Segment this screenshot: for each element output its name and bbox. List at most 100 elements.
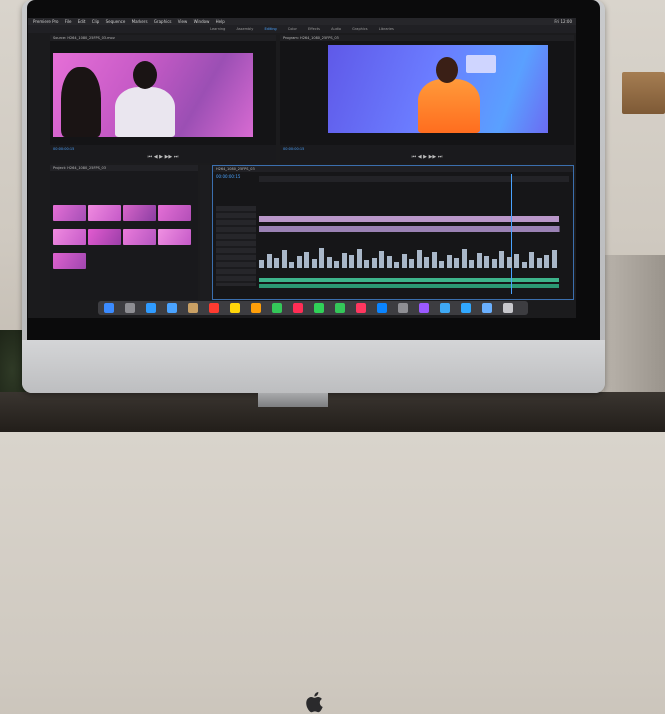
audio-clip[interactable]	[484, 256, 489, 268]
messages-icon[interactable]	[314, 303, 324, 313]
audio-clip[interactable]	[469, 260, 474, 268]
menu-item[interactable]: File	[65, 19, 72, 24]
audio-clip[interactable]	[461, 249, 467, 268]
finder-icon[interactable]	[104, 303, 114, 313]
source-monitor-title[interactable]: Source: H264_1080_25FPS_03.mov	[50, 35, 276, 41]
lightroom-icon[interactable]	[440, 303, 450, 313]
audio-clip[interactable]	[416, 250, 422, 268]
audio-clip[interactable]	[514, 254, 519, 268]
menu-item[interactable]: Markers	[132, 19, 148, 24]
clip-thumbnail[interactable]	[123, 229, 156, 245]
contacts-icon[interactable]	[188, 303, 198, 313]
video-clip[interactable]	[484, 226, 560, 232]
video-clip[interactable]	[299, 226, 355, 232]
video-clip[interactable]	[424, 226, 485, 232]
audio-clip[interactable]	[394, 262, 399, 268]
workspace-tab[interactable]: Learning	[210, 27, 225, 31]
menu-item[interactable]: Window	[194, 19, 210, 24]
timeline-sequence-tab[interactable]: H264_1080_25FPS_03	[213, 166, 573, 172]
source-monitor[interactable]: Source: H264_1080_25FPS_03.mov 00:00:00:…	[50, 35, 276, 163]
menu-item[interactable]: Clip	[92, 19, 100, 24]
audio-clip[interactable]	[386, 256, 392, 268]
menu-item[interactable]: Graphics	[154, 19, 172, 24]
workspace-tab[interactable]: Libraries	[379, 27, 394, 31]
source-playback-controls[interactable]: ⏮ ◀ ▶ ▶▶ ⏭	[50, 153, 276, 161]
program-playback-controls[interactable]: ⏮ ◀ ▶ ▶▶ ⏭	[280, 153, 574, 161]
notes-icon[interactable]	[230, 303, 240, 313]
project-panel-title[interactable]: Project: H264_1080_25FPS_03	[50, 165, 198, 171]
audio-clip[interactable]	[341, 253, 347, 268]
workspace-tab-active[interactable]: Editing	[264, 27, 276, 31]
video-clip[interactable]	[259, 226, 300, 232]
photoshop-icon[interactable]	[461, 303, 471, 313]
audio-clip[interactable]	[409, 259, 414, 268]
audio-clip[interactable]	[364, 260, 369, 268]
video-clip[interactable]	[354, 226, 425, 232]
menu-item[interactable]: Help	[216, 19, 225, 24]
audio-clip[interactable]	[499, 251, 504, 268]
workspace-tab[interactable]: Color	[288, 27, 297, 31]
clip-thumbnail[interactable]	[123, 205, 156, 221]
audio-clip[interactable]	[521, 262, 527, 268]
safari-icon[interactable]	[146, 303, 156, 313]
audio-clip[interactable]	[326, 257, 332, 268]
timeline-panel[interactable]: H264_1080_25FPS_03 00:00:00:15	[212, 165, 574, 300]
clip-thumbnail[interactable]	[53, 229, 86, 245]
audio-clip[interactable]	[266, 254, 272, 268]
audio-clip[interactable]	[281, 250, 287, 268]
program-video-frame[interactable]	[328, 45, 548, 133]
audio-clip[interactable]	[349, 255, 354, 268]
audio-clip[interactable]	[274, 258, 279, 268]
clip-thumbnail[interactable]	[53, 253, 86, 269]
audio-clip[interactable]	[476, 253, 482, 268]
audio-clip[interactable]	[424, 257, 429, 268]
launchpad-icon[interactable]	[125, 303, 135, 313]
clip-thumbnail[interactable]	[88, 229, 121, 245]
maps-icon[interactable]	[272, 303, 282, 313]
track-headers[interactable]	[216, 206, 256, 286]
finder-folder-icon[interactable]	[482, 303, 492, 313]
video-track-v1[interactable]	[259, 226, 560, 232]
menu-item[interactable]: Sequence	[106, 19, 126, 24]
reminders-icon[interactable]	[251, 303, 261, 313]
audio-clip[interactable]	[551, 250, 557, 268]
audio-clip[interactable]	[319, 248, 324, 268]
app-menu[interactable]: Premiere Pro	[33, 19, 58, 24]
audio-clip[interactable]	[296, 256, 302, 268]
audio-clip[interactable]	[454, 258, 459, 268]
audio-clip[interactable]	[401, 254, 407, 268]
audio-clip[interactable]	[356, 249, 362, 268]
clip-thumbnail[interactable]	[53, 205, 86, 221]
audio-clip[interactable]	[311, 259, 317, 268]
workspace-tab[interactable]: Assembly	[236, 27, 253, 31]
clip-thumbnail[interactable]	[158, 205, 191, 221]
audio-clip[interactable]	[304, 252, 309, 268]
program-monitor[interactable]: Program: H264_1080_25FPS_03 00:00:00:15 …	[280, 35, 574, 163]
audio-track-music-2[interactable]	[259, 284, 559, 288]
premiere-icon[interactable]	[419, 303, 429, 313]
audio-clip[interactable]	[259, 260, 264, 268]
audio-clip[interactable]	[446, 255, 452, 268]
tools-panel[interactable]	[200, 165, 210, 300]
menu-item[interactable]: Edit	[78, 19, 86, 24]
audio-clip[interactable]	[289, 262, 294, 268]
audio-clip[interactable]	[439, 261, 444, 268]
calendar-icon[interactable]	[209, 303, 219, 313]
clip-thumbnail[interactable]	[88, 205, 121, 221]
workspace-tab[interactable]: Graphics	[352, 27, 367, 31]
audio-clip[interactable]	[536, 258, 542, 268]
audio-clip[interactable]	[491, 259, 497, 268]
audio-clip[interactable]	[334, 261, 339, 268]
audio-clip[interactable]	[529, 252, 534, 268]
project-panel[interactable]: Project: H264_1080_25FPS_03	[50, 165, 198, 300]
trash-icon[interactable]	[503, 303, 513, 313]
audio-clip[interactable]	[371, 258, 377, 268]
menu-item[interactable]: View	[178, 19, 188, 24]
source-video-frame[interactable]	[53, 53, 253, 137]
time-ruler[interactable]	[259, 176, 569, 182]
program-monitor-title[interactable]: Program: H264_1080_25FPS_03	[280, 35, 574, 41]
audio-clip[interactable]	[506, 257, 512, 268]
facetime-icon[interactable]	[335, 303, 345, 313]
audio-clip[interactable]	[431, 252, 437, 268]
music-icon[interactable]	[356, 303, 366, 313]
